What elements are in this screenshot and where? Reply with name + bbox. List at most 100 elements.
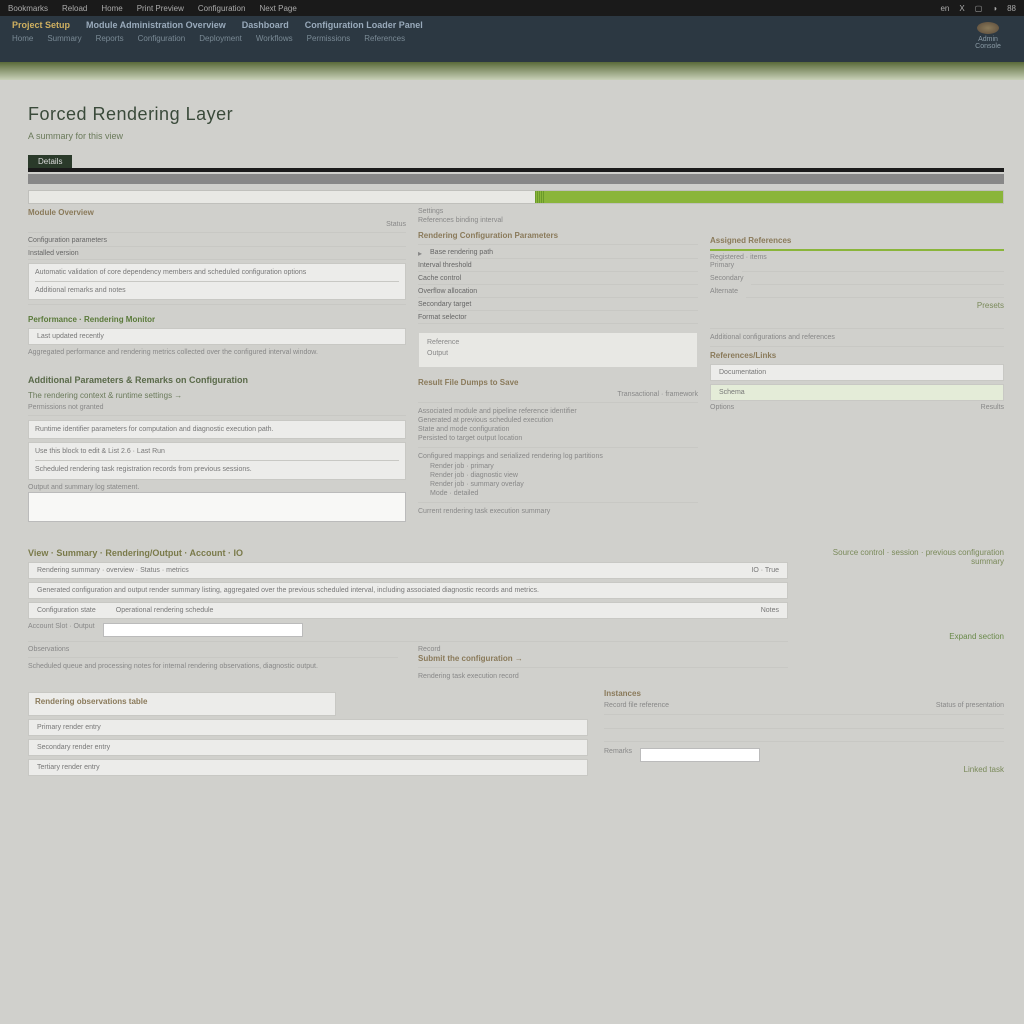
field-label: Observations xyxy=(28,646,398,653)
list-item[interactable]: Secondary xyxy=(710,275,743,284)
text-line: Current rendering task execution summary xyxy=(418,507,698,516)
list-item: Mode · detailed xyxy=(430,489,698,498)
info-box: Use this block to edit & List 2.6 · Last… xyxy=(28,442,406,479)
list-item[interactable]: Primary xyxy=(710,262,734,271)
text-line: Configured mappings and serialized rende… xyxy=(418,452,698,461)
side-label[interactable]: Linked task xyxy=(604,765,1004,774)
text-input[interactable] xyxy=(103,623,303,637)
nav-secondary-item[interactable]: Configuration xyxy=(138,34,186,43)
app-navbar: Project Setup Module Administration Over… xyxy=(0,16,1024,62)
topbar-item[interactable]: Reload xyxy=(62,4,87,13)
tabstrip: Details xyxy=(28,155,1004,184)
nav-secondary-item[interactable]: Home xyxy=(12,34,33,43)
field[interactable]: Cache control xyxy=(418,275,698,285)
topbar-item[interactable]: Configuration xyxy=(198,4,246,13)
list-item: Render job · summary overlay xyxy=(430,480,698,489)
text-line: State and mode configuration xyxy=(418,425,698,434)
field[interactable]: Base rendering path xyxy=(430,249,698,259)
panel-body: Aggregated performance and rendering met… xyxy=(28,348,406,357)
logo-icon xyxy=(977,22,999,34)
table-header: Rendering observations table xyxy=(28,692,336,716)
col-header: Status of presentation xyxy=(936,702,1004,709)
nav-primary-item[interactable]: Project Setup xyxy=(12,20,70,30)
panel-title: References/Links xyxy=(710,351,1004,360)
app-logo: Admin Console xyxy=(968,22,1008,52)
topbar-item[interactable]: Print Preview xyxy=(137,4,184,13)
data-row: Configuration state Operational renderin… xyxy=(28,602,788,619)
field[interactable]: Secondary target xyxy=(418,301,698,311)
field-label: Record xyxy=(418,646,788,653)
field[interactable]: Overflow allocation xyxy=(418,288,698,298)
sub-label: Transactional · framework xyxy=(418,391,698,398)
topbar-icon[interactable]: ▢ xyxy=(975,4,983,13)
field: Installed version xyxy=(28,250,406,260)
lang-indicator[interactable]: en xyxy=(940,4,949,13)
section-heading: Additional Parameters & Remarks on Confi… xyxy=(28,371,406,389)
list-item[interactable]: Alternate xyxy=(710,288,738,297)
chevron-right-icon: ▸ xyxy=(418,249,422,259)
panel-title: Assigned References xyxy=(710,236,1004,245)
nav-primary-item[interactable]: Configuration Loader Panel xyxy=(305,20,423,30)
col-header: Record file reference xyxy=(604,702,669,709)
list-row[interactable]: Schema xyxy=(710,384,1004,401)
text-line: References binding interval xyxy=(418,216,698,225)
panel-title: Performance · Rendering Monitor xyxy=(28,315,406,324)
nav-secondary-item[interactable]: Reports xyxy=(96,34,124,43)
panel-title: Submit the configuration → xyxy=(418,654,788,663)
section-subhead: The rendering context & runtime settings… xyxy=(28,391,406,400)
text-line: Associated module and pipeline reference… xyxy=(418,407,698,416)
panel-title: Rendering Configuration Parameters xyxy=(418,231,698,240)
data-row: Rendering summary · overview · Status · … xyxy=(28,562,788,579)
count-badge: 88 xyxy=(1007,4,1016,13)
text-input[interactable] xyxy=(640,748,760,762)
panel-title: Result File Dumps to Save xyxy=(418,378,698,387)
side-label: Source control · session · previous conf… xyxy=(804,548,1004,566)
nav-secondary-item[interactable]: Summary xyxy=(47,34,81,43)
info-box: Runtime identifier parameters for comput… xyxy=(28,420,406,439)
os-topbar: Bookmarks Reload Home Print Preview Conf… xyxy=(0,0,1024,16)
topbar-item[interactable]: Next Page xyxy=(259,4,296,13)
nav-primary-item[interactable]: Dashboard xyxy=(242,20,289,30)
progress-strip xyxy=(28,190,1004,204)
footer-label[interactable]: Results xyxy=(981,404,1004,411)
panel-title: Module Overview xyxy=(28,208,406,217)
table-row: Primary render entry xyxy=(28,719,588,736)
nav-secondary-item[interactable]: Deployment xyxy=(199,34,242,43)
tab-details[interactable]: Details xyxy=(28,155,72,168)
table-row: Tertiary render entry xyxy=(28,759,588,776)
field-label: Account Slot · Output xyxy=(28,623,95,636)
field[interactable]: Interval threshold xyxy=(418,262,698,272)
expand-link[interactable]: Expand section xyxy=(804,632,1004,641)
text-line: Scheduled queue and processing notes for… xyxy=(28,662,398,671)
close-icon[interactable]: X xyxy=(959,4,964,13)
nav-primary-item[interactable]: Module Administration Overview xyxy=(86,20,226,30)
topbar-icon[interactable]: ◑ xyxy=(992,4,997,13)
topbar-item[interactable]: Bookmarks xyxy=(8,4,48,13)
page-title: Forced Rendering Layer xyxy=(28,104,1004,125)
footer-label[interactable]: Options xyxy=(710,404,734,411)
page-subtitle: A summary for this view xyxy=(28,131,1004,141)
field[interactable]: Format selector xyxy=(418,314,698,324)
nav-secondary-item[interactable]: Permissions xyxy=(307,34,351,43)
table-cell xyxy=(604,732,1004,742)
text-line: Rendering task execution record xyxy=(418,672,788,681)
text-line: Persisted to target output location xyxy=(418,434,698,443)
footer-label[interactable]: Presets xyxy=(710,301,1004,310)
topbar-item[interactable]: Home xyxy=(101,4,122,13)
field-label: Status xyxy=(28,221,406,228)
list-row[interactable]: Documentation xyxy=(710,364,1004,381)
field: Configuration parameters xyxy=(28,237,406,247)
nav-secondary-item[interactable]: Workflows xyxy=(256,34,293,43)
logo-text: Admin Console xyxy=(968,36,1008,50)
section-heading: View · Summary · Rendering/Output · Acco… xyxy=(28,544,788,562)
panel-title: Instances xyxy=(604,689,1004,698)
meta-label: Registered · items xyxy=(710,254,1004,261)
note-label: Permissions not granted xyxy=(28,404,406,411)
table-cell xyxy=(604,719,1004,729)
nav-secondary-item[interactable]: References xyxy=(364,34,405,43)
table-row: Secondary render entry xyxy=(28,739,588,756)
info-box: Automatic validation of core dependency … xyxy=(28,263,406,300)
notes-textarea[interactable] xyxy=(28,492,406,522)
text-line: Generated at previous scheduled executio… xyxy=(418,416,698,425)
list-item: Render job · diagnostic view xyxy=(430,471,698,480)
